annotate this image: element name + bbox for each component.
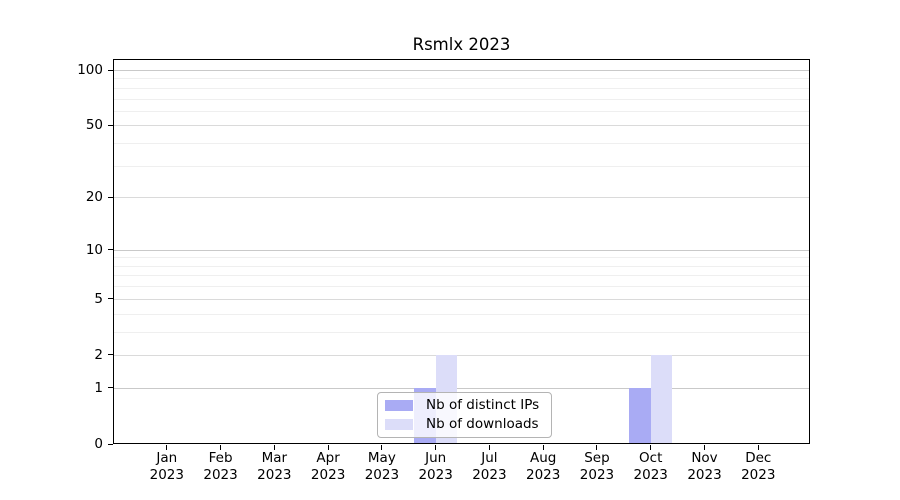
gridline-major	[113, 70, 810, 71]
bar-downloads	[651, 355, 673, 444]
y-tick	[108, 298, 113, 299]
legend: Nb of distinct IPs Nb of downloads	[377, 392, 552, 438]
legend-label-downloads: Nb of downloads	[426, 417, 539, 432]
gridline-major	[113, 355, 810, 356]
y-tick-label: 20	[43, 188, 103, 206]
gridline-major	[113, 125, 810, 126]
x-tick-label: Dec2023	[726, 450, 790, 483]
gridline-major	[113, 197, 810, 198]
y-tick-label: 10	[43, 241, 103, 259]
legend-item-distinct-ips: Nb of distinct IPs	[385, 398, 544, 413]
y-tick	[108, 387, 113, 388]
y-tick-label: 2	[43, 346, 103, 364]
x-tick	[166, 445, 167, 450]
x-tick	[489, 445, 490, 450]
gridline-minor	[113, 78, 810, 79]
y-tick-label: 5	[43, 290, 103, 308]
legend-item-downloads: Nb of downloads	[385, 417, 544, 432]
y-tick	[108, 197, 113, 198]
gridline-minor	[113, 143, 810, 144]
gridline-minor	[113, 332, 810, 333]
bar-distinct-ips	[629, 388, 651, 444]
gridline-minor	[113, 266, 810, 267]
x-tick	[704, 445, 705, 450]
gridline-minor	[113, 88, 810, 89]
gridline-minor	[113, 286, 810, 287]
legend-swatch-downloads	[385, 419, 413, 430]
gridline-minor	[113, 111, 810, 112]
y-tick-label: 1	[43, 379, 103, 397]
y-tick	[108, 125, 113, 126]
y-tick	[108, 444, 113, 445]
y-tick	[108, 354, 113, 355]
chart-title: Rsmlx 2023	[113, 35, 810, 54]
y-tick-label: 0	[43, 435, 103, 453]
y-tick-label: 100	[43, 61, 103, 79]
x-tick	[650, 445, 651, 450]
gridline-minor	[113, 99, 810, 100]
x-tick	[435, 445, 436, 450]
axes-border	[113, 59, 810, 444]
y-tick	[108, 249, 113, 250]
gridline-major	[113, 388, 810, 389]
x-tick	[758, 445, 759, 450]
legend-swatch-distinct-ips	[385, 400, 413, 411]
x-tick	[381, 445, 382, 450]
gridline-major	[113, 250, 810, 251]
x-tick	[220, 445, 221, 450]
x-tick	[328, 445, 329, 450]
figure: Rsmlx 2023 Jan2023Feb2023Mar2023Apr2023M…	[0, 0, 900, 500]
y-tick-label: 50	[43, 116, 103, 134]
x-tick	[596, 445, 597, 450]
gridline-major	[113, 299, 810, 300]
legend-label-distinct-ips: Nb of distinct IPs	[426, 398, 539, 413]
x-tick	[543, 445, 544, 450]
x-tick	[274, 445, 275, 450]
gridline-minor	[113, 314, 810, 315]
y-tick	[108, 70, 113, 71]
gridline-minor	[113, 166, 810, 167]
gridline-minor	[113, 275, 810, 276]
gridline-minor	[113, 257, 810, 258]
